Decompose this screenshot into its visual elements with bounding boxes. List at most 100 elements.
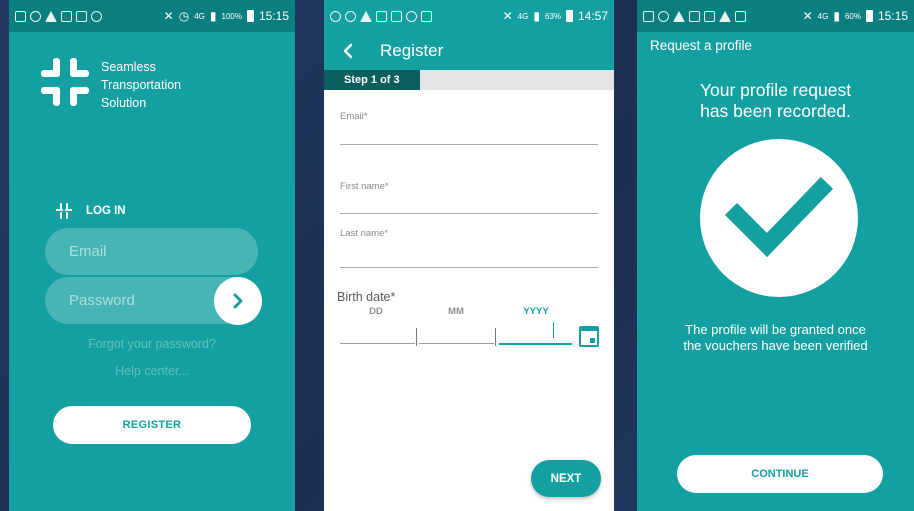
forgot-password-link[interactable]: Forgot your password? — [9, 337, 295, 351]
mute-icon: ✕ — [163, 9, 174, 23]
notification-icons — [643, 10, 746, 22]
mail-icon — [421, 10, 432, 22]
drive-icon — [719, 10, 731, 22]
brand-line: Transportation — [101, 78, 182, 92]
moon-icon — [30, 10, 41, 22]
email-underline — [340, 144, 598, 145]
emoji-icon — [91, 10, 102, 22]
mail-icon — [735, 10, 746, 22]
text-cursor — [553, 322, 554, 338]
network-type: 4G — [194, 11, 205, 21]
battery-percent: 60% — [844, 11, 861, 21]
signal-icon: ▮ — [833, 9, 840, 23]
warning-icon — [45, 10, 57, 22]
checkmark-icon — [724, 176, 834, 258]
message-icon — [643, 10, 654, 22]
network-type: 4G — [517, 11, 529, 21]
month-underline — [419, 343, 494, 344]
hotspot-icon — [406, 10, 417, 22]
network-type: 4G — [817, 11, 829, 21]
login-screen: ✕ ◷ 4G ▮ 100% 15:15 Seamless Transportat… — [9, 0, 295, 511]
last-name-underline — [340, 267, 598, 268]
password-placeholder: Password — [69, 292, 135, 309]
battery-icon — [865, 10, 873, 22]
month-input[interactable] — [435, 323, 479, 334]
email-placeholder: Email — [69, 243, 107, 260]
signal-icon: ▮ — [533, 9, 540, 23]
save-icon — [61, 10, 72, 22]
chevron-left-icon — [343, 43, 353, 59]
register-button[interactable]: REGISTER — [53, 406, 251, 444]
message-icon — [15, 10, 26, 22]
mute-icon: ✕ — [802, 9, 813, 23]
signal-icon: ▮ — [209, 9, 217, 23]
battery-percent: 63% — [544, 11, 561, 21]
verification-note: The profile will be granted once the vou… — [637, 322, 914, 354]
calendar-icon[interactable] — [579, 326, 599, 347]
warning-icon — [673, 10, 685, 22]
system-status: ✕ 4G ▮ 60% 15:15 — [803, 9, 908, 23]
wifi-icon — [330, 10, 341, 22]
moon-icon — [658, 10, 669, 22]
back-button[interactable] — [340, 43, 356, 59]
email-input[interactable] — [340, 128, 521, 139]
brand-name: Seamless Transportation Solution — [101, 58, 181, 112]
mute-icon: ✕ — [502, 9, 513, 23]
note-line: The profile will be granted once — [685, 322, 866, 337]
continue-button[interactable]: CONTINUE — [677, 455, 883, 493]
success-badge — [700, 139, 858, 297]
note-line: the vouchers have been verified — [683, 338, 868, 353]
divider — [416, 328, 417, 346]
status-bar: ✕ 4G ▮ 60% 15:15 — [637, 0, 914, 32]
register-screen: ✕ 4G ▮ 63% 14:57 Register Step 1 of 3 Em… — [324, 0, 614, 511]
help-center-link[interactable]: Help center... — [9, 364, 295, 378]
save-icon — [391, 10, 402, 22]
warning-icon — [360, 10, 372, 22]
battery-percent: 100% — [221, 11, 242, 21]
year-label: YYYY — [523, 306, 549, 317]
day-underline — [340, 343, 415, 344]
first-name-input[interactable] — [334, 196, 514, 207]
notification-icons — [15, 10, 102, 22]
system-status: ✕ 4G ▮ 63% 14:57 — [503, 9, 608, 23]
brand-logo: Seamless Transportation Solution — [41, 58, 181, 112]
day-label: DD — [369, 306, 383, 317]
system-status: ✕ ◷ 4G ▮ 100% 15:15 — [164, 9, 289, 23]
login-heading: LOG IN — [56, 203, 126, 219]
brand-line: Solution — [101, 96, 147, 110]
year-underline — [499, 343, 572, 345]
email-input[interactable]: Email — [45, 228, 258, 275]
day-input[interactable] — [349, 323, 393, 334]
clock: 15:15 — [258, 9, 289, 23]
last-name-input[interactable] — [334, 247, 514, 258]
image-icon — [376, 10, 387, 22]
message-line: has been recorded. — [700, 101, 851, 121]
battery-icon — [246, 10, 254, 22]
first-name-underline — [340, 213, 598, 214]
next-button[interactable]: NEXT — [531, 460, 601, 497]
notification-icons — [330, 10, 432, 22]
image-icon — [689, 10, 700, 22]
page-title: Request a profile — [650, 38, 753, 53]
logo-mark-icon — [41, 58, 89, 106]
image-icon — [76, 10, 87, 22]
status-bar: ✕ ◷ 4G ▮ 100% 15:15 — [9, 0, 295, 32]
login-submit-button[interactable] — [214, 277, 262, 325]
moon-icon — [345, 10, 356, 22]
login-heading-text: LOG IN — [86, 205, 126, 217]
chevron-right-icon — [233, 293, 243, 309]
logo-small-icon — [56, 203, 72, 219]
month-label: MM — [448, 306, 464, 317]
email-label: Email* — [340, 111, 368, 122]
birth-date-label: Birth date* — [337, 290, 396, 304]
step-progress: Step 1 of 3 — [324, 70, 614, 90]
divider — [495, 328, 496, 346]
last-name-label: Last name* — [340, 228, 389, 239]
year-input[interactable] — [507, 323, 551, 334]
first-name-label: First name* — [340, 181, 389, 192]
status-bar: ✕ 4G ▮ 63% 14:57 — [324, 0, 614, 32]
clock: 15:15 — [877, 9, 908, 23]
app-bar: Register — [324, 32, 614, 70]
save-icon — [704, 10, 715, 22]
message-line: Your profile request — [699, 80, 852, 100]
